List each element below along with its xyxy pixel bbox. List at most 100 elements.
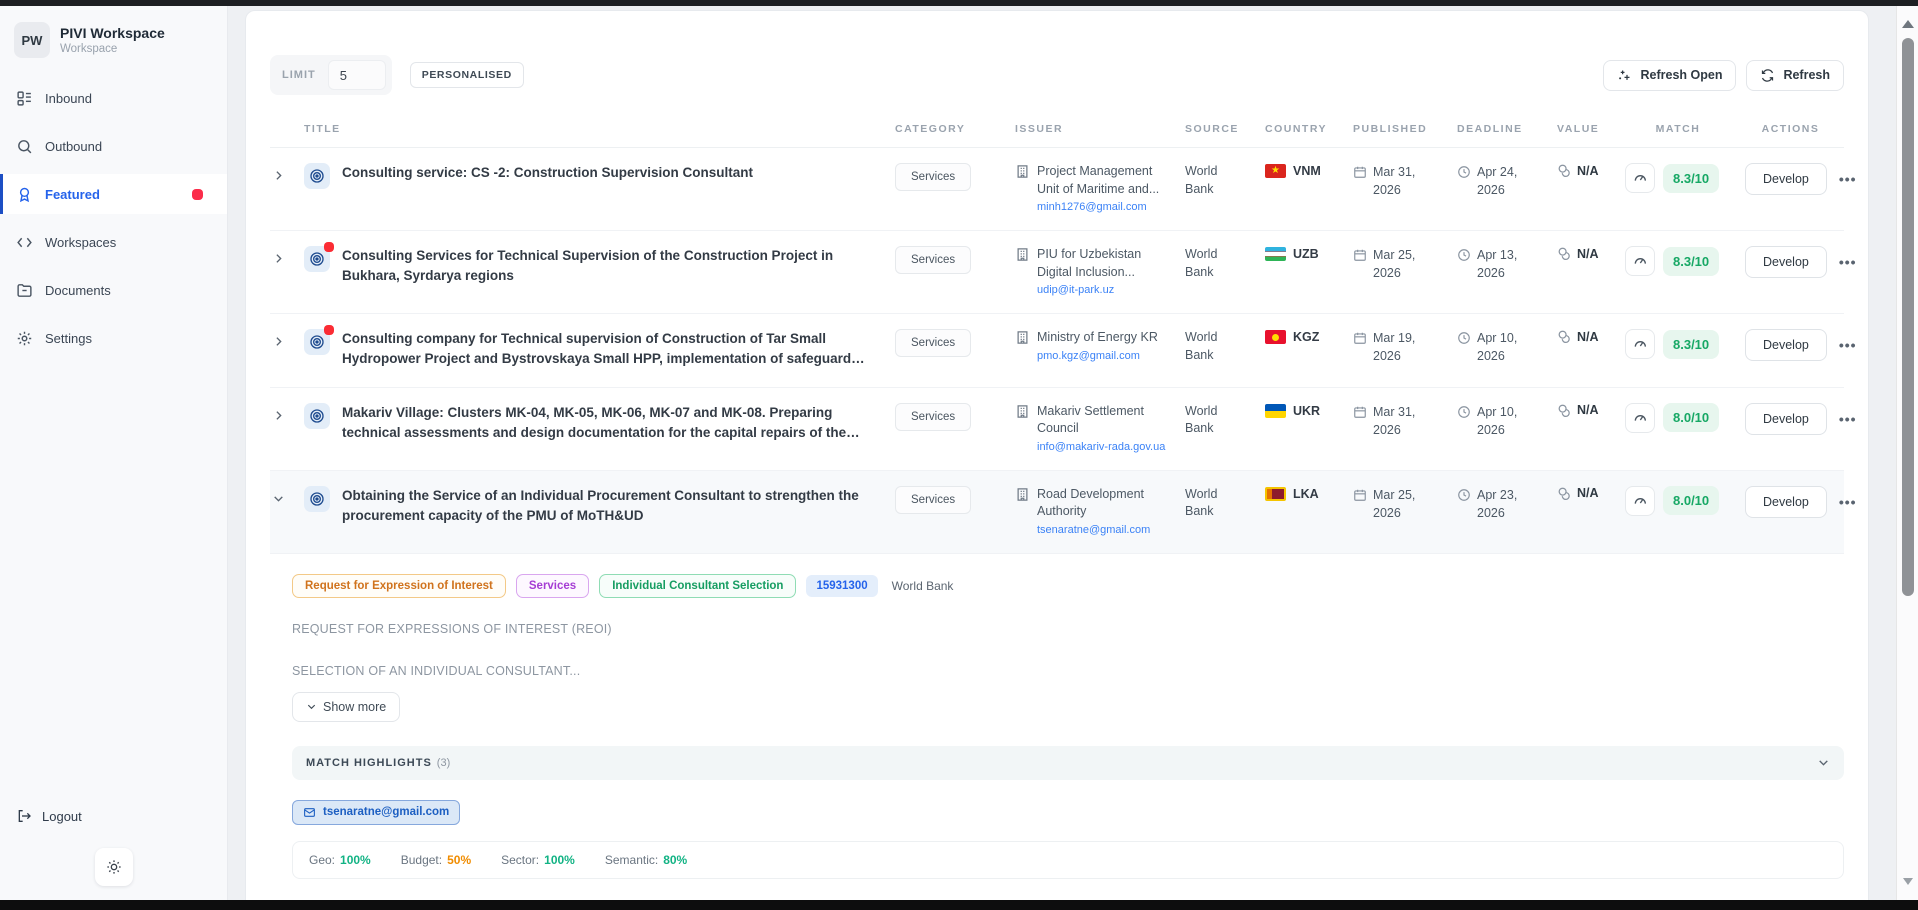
issuer-email-link[interactable]: pmo.kgz@gmail.com	[1037, 350, 1158, 362]
sidebar-item-label: Documents	[45, 283, 111, 298]
gauge-icon[interactable]	[1625, 246, 1655, 276]
row-title[interactable]: Consulting company for Technical supervi…	[342, 329, 871, 370]
issuer-email-link[interactable]: tsenaratne@gmail.com	[1037, 524, 1175, 536]
personalised-button[interactable]: PERSONALISED	[410, 62, 524, 88]
sidebar-item-documents[interactable]: Documents	[0, 270, 227, 310]
sidebar-item-inbound[interactable]: Inbound	[0, 78, 227, 118]
category-chip: Services	[895, 246, 971, 274]
documents-icon	[16, 282, 33, 299]
window-top-edge	[0, 0, 1918, 6]
clock-icon	[1457, 405, 1471, 419]
settings-icon	[16, 330, 33, 347]
more-actions-icon[interactable]: •••	[1839, 337, 1857, 353]
row-title[interactable]: Obtaining the Service of an Individual P…	[342, 486, 871, 527]
chevron-right-icon[interactable]	[272, 409, 285, 422]
issuer-email-link[interactable]: minh1276@gmail.com	[1037, 201, 1175, 213]
published-date: Mar 19, 2026	[1373, 329, 1429, 365]
gauge-icon[interactable]	[1625, 486, 1655, 516]
page-scrollbar[interactable]	[1896, 6, 1918, 900]
method-chip: Individual Consultant Selection	[599, 574, 796, 598]
sidebar-item-workspaces[interactable]: Workspaces	[0, 222, 227, 262]
category-chip: Services	[895, 329, 971, 357]
chevron-right-icon[interactable]	[272, 169, 285, 182]
unread-dot	[324, 242, 334, 252]
issuer-name: Ministry of Energy KR	[1037, 329, 1158, 347]
category-chip: Services	[895, 486, 971, 514]
flag-icon	[1265, 164, 1286, 178]
value-icon	[1557, 486, 1572, 501]
refresh-open-button[interactable]: Refresh Open	[1603, 60, 1736, 91]
issuer-email-link[interactable]: info@makariv-rada.gov.ua	[1037, 441, 1175, 453]
scrollbar-up-arrow[interactable]	[1902, 20, 1914, 28]
semantic-score: Semantic:80%	[605, 853, 687, 867]
target-icon	[304, 163, 330, 189]
more-actions-icon[interactable]: •••	[1839, 411, 1857, 427]
deadline-date: Apr 24, 2026	[1477, 163, 1533, 199]
row-title[interactable]: Makariv Village: Clusters MK-04, MK-05, …	[342, 403, 871, 444]
gauge-icon[interactable]	[1625, 403, 1655, 433]
sidebar-item-outbound[interactable]: Outbound	[0, 126, 227, 166]
match-score-badge: 8.0/10	[1663, 486, 1719, 515]
chevron-down-icon[interactable]	[1817, 756, 1830, 769]
building-icon	[1015, 247, 1030, 262]
gauge-icon[interactable]	[1625, 163, 1655, 193]
chevron-down-icon[interactable]	[272, 492, 285, 505]
develop-button[interactable]: Develop	[1745, 163, 1827, 195]
highlight-email-chip[interactable]: tsenaratne@gmail.com	[292, 800, 460, 825]
country-code: VNM	[1293, 164, 1321, 178]
workspace-avatar: PW	[14, 22, 50, 58]
row-title[interactable]: Consulting service: CS -2: Construction …	[342, 163, 753, 189]
sidebar-item-settings[interactable]: Settings	[0, 318, 227, 358]
flag-icon	[1265, 487, 1286, 501]
window-bottom-edge	[0, 900, 1918, 910]
chevron-right-icon[interactable]	[272, 335, 285, 348]
target-icon	[304, 329, 330, 355]
workspace-header[interactable]: PW PIVI Workspace Workspace	[0, 6, 227, 78]
limit-input[interactable]	[328, 60, 386, 90]
flag-icon	[1265, 330, 1286, 344]
detail-source-label: World Bank	[892, 579, 954, 593]
source-label: World Bank	[1185, 486, 1233, 521]
match-highlights-count: (3)	[437, 757, 450, 769]
clock-icon	[1457, 248, 1471, 262]
value-label: N/A	[1577, 403, 1599, 417]
match-highlights-header[interactable]: MATCH HIGHLIGHTS (3)	[292, 746, 1844, 780]
scrollbar-thumb[interactable]	[1902, 38, 1914, 596]
logout-button[interactable]: Logout	[0, 798, 227, 834]
column-header-value: VALUE	[1557, 123, 1619, 135]
issuer-name: Road Development Authority	[1037, 486, 1175, 521]
outbound-icon	[16, 138, 33, 155]
reference-id-link[interactable]: 15931300	[806, 575, 877, 597]
column-header-category: CATEGORY	[895, 123, 1015, 135]
value-icon	[1557, 403, 1572, 418]
chevron-right-icon[interactable]	[272, 252, 285, 265]
scrollbar-down-arrow[interactable]	[1903, 878, 1913, 885]
theme-toggle-button[interactable]	[95, 848, 133, 886]
sun-icon	[106, 859, 122, 875]
limit-control: LIMIT	[270, 55, 392, 95]
column-header-actions: ACTIONS	[1737, 123, 1844, 135]
gauge-icon[interactable]	[1625, 329, 1655, 359]
develop-button[interactable]: Develop	[1745, 329, 1827, 361]
develop-button[interactable]: Develop	[1745, 486, 1827, 518]
workspaces-icon	[16, 234, 33, 251]
inbound-icon	[16, 90, 33, 107]
develop-button[interactable]: Develop	[1745, 403, 1827, 435]
calendar-icon	[1353, 331, 1367, 345]
sidebar-item-featured[interactable]: Featured	[0, 174, 227, 214]
value-icon	[1557, 246, 1572, 261]
row-detail-panel: Request for Expression of Interest Servi…	[270, 554, 1844, 910]
deadline-date: Apr 23, 2026	[1477, 486, 1533, 522]
issuer-email-link[interactable]: udip@it-park.uz	[1037, 284, 1175, 296]
column-header-title: TITLE	[304, 123, 895, 135]
column-header-country: COUNTRY	[1265, 123, 1353, 135]
develop-button[interactable]: Develop	[1745, 246, 1827, 278]
refresh-button[interactable]: Refresh	[1746, 60, 1844, 91]
more-actions-icon[interactable]: •••	[1839, 171, 1857, 187]
show-more-button[interactable]: Show more	[292, 692, 400, 722]
building-icon	[1015, 330, 1030, 345]
more-actions-icon[interactable]: •••	[1839, 494, 1857, 510]
detail-text-line: SELECTION OF AN INDIVIDUAL CONSULTANT...	[292, 664, 1844, 678]
row-title[interactable]: Consulting Services for Technical Superv…	[342, 246, 871, 287]
more-actions-icon[interactable]: •••	[1839, 254, 1857, 270]
